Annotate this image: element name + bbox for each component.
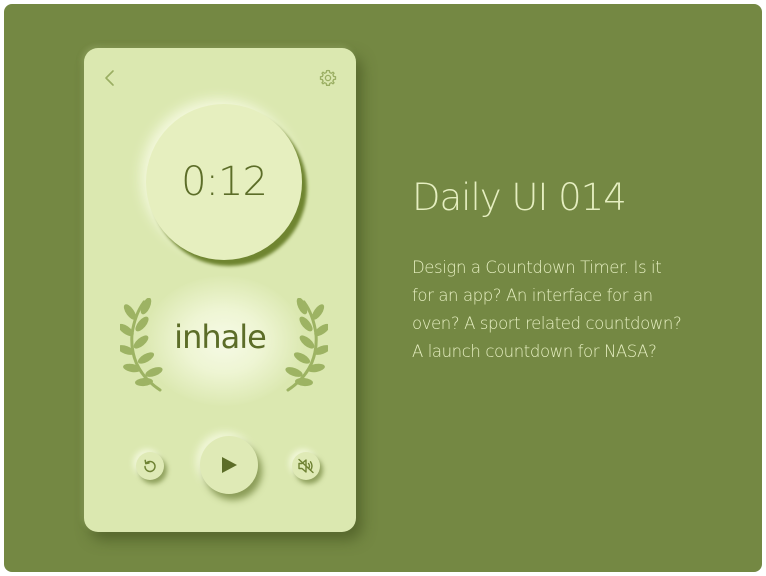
countdown-dial: 0:12 — [146, 104, 302, 260]
play-icon — [222, 457, 237, 473]
back-button[interactable] — [98, 66, 122, 90]
replay-button[interactable] — [136, 452, 164, 480]
background: 0:12 inhale Daily UI 014 Design a Countd… — [4, 4, 762, 572]
description-line: Design a Countdown Timer. Is it — [412, 258, 662, 277]
countdown-time: 0:12 — [181, 159, 268, 205]
play-button[interactable] — [200, 436, 258, 494]
gear-icon — [319, 69, 337, 86]
description-line: oven? A sport related countdown? — [412, 314, 682, 333]
description-line: for an app? An interface for an — [412, 286, 653, 305]
settings-button[interactable] — [316, 66, 340, 90]
breath-phase-label: inhale — [174, 318, 267, 356]
description-line: A launch countdown for NASA? — [412, 342, 657, 361]
timer-card: 0:12 inhale — [84, 48, 356, 532]
replay-icon — [144, 459, 156, 473]
description: Design a Countdown Timer. Is it for an a… — [412, 254, 732, 366]
page-title: Daily UI 014 — [412, 176, 627, 219]
speaker-muted-icon — [298, 458, 314, 474]
back-chevron-icon — [105, 70, 114, 86]
mute-button[interactable] — [292, 452, 320, 480]
